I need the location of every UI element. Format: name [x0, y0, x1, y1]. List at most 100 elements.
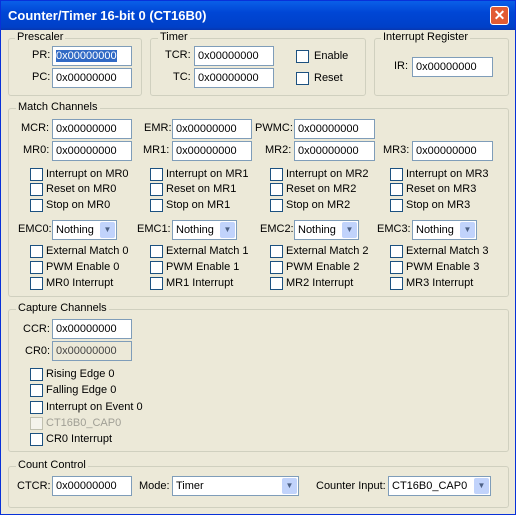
mr3-label: MR3: [383, 144, 410, 156]
interrupt-on-mr3-label: Interrupt on MR3 [406, 168, 489, 180]
interrupt-on-mr3-checkbox[interactable] [390, 168, 403, 181]
prescaler-group-title: Prescaler [15, 31, 66, 44]
emr-field[interactable]: 0x00000000 [172, 119, 252, 139]
emc2-select[interactable]: Nothing ▼ [294, 220, 359, 240]
cr0-interrupt-label: CR0 Interrupt [46, 433, 113, 445]
stop-on-mr0-checkbox[interactable] [30, 199, 43, 212]
emc2-label: EMC2: [260, 223, 294, 235]
match-channels-group-title: Match Channels [16, 101, 100, 114]
ccr-label: CCR: [23, 323, 50, 335]
chevron-down-icon[interactable]: ▼ [474, 478, 489, 494]
cr0-label: CR0: [25, 345, 51, 357]
capture-channels-group-title: Capture Channels [16, 302, 109, 315]
reset-on-mr3-checkbox[interactable] [390, 183, 403, 196]
mcr-label: MCR: [21, 122, 50, 134]
interrupt-on-event-0-checkbox[interactable] [30, 401, 43, 414]
close-button[interactable]: ✕ [490, 6, 509, 25]
mr3-field[interactable]: 0x00000000 [412, 141, 493, 161]
cap0-pin-checkbox [30, 417, 43, 430]
external-match-1-checkbox[interactable] [150, 245, 163, 258]
timer-enable-label: Enable [314, 50, 349, 62]
pwm-enable-2-checkbox[interactable] [270, 261, 283, 274]
emc3-select[interactable]: Nothing ▼ [412, 220, 477, 240]
cr0-interrupt-checkbox[interactable] [30, 433, 43, 446]
ir-label: IR: [394, 60, 409, 72]
interrupt-on-event-0-label: Interrupt on Event 0 [46, 401, 143, 413]
mr0-interrupt-checkbox[interactable] [30, 277, 43, 290]
pwm-enable-1-checkbox[interactable] [150, 261, 163, 274]
mode-value: Timer [176, 480, 204, 492]
pwm-enable-3-checkbox[interactable] [390, 261, 403, 274]
timer-enable-checkbox[interactable] [296, 50, 309, 63]
emc1-select[interactable]: Nothing ▼ [172, 220, 237, 240]
pwmc-label: PWMC: [255, 122, 293, 134]
stop-on-mr3-checkbox[interactable] [390, 199, 403, 212]
interrupt-on-mr1-checkbox[interactable] [150, 168, 163, 181]
stop-on-mr1-checkbox[interactable] [150, 199, 163, 212]
counter-input-label: Counter Input: [316, 480, 386, 492]
mr0-field[interactable]: 0x00000000 [52, 141, 132, 161]
emc3-label: EMC3: [377, 223, 411, 235]
mr1-interrupt-checkbox[interactable] [150, 277, 163, 290]
emc0-select[interactable]: Nothing ▼ [52, 220, 117, 240]
reset-on-mr2-checkbox[interactable] [270, 183, 283, 196]
external-match-2-checkbox[interactable] [270, 245, 283, 258]
rising-edge-0-checkbox[interactable] [30, 368, 43, 381]
reset-on-mr1-label: Reset on MR1 [166, 183, 237, 195]
external-match-3-checkbox[interactable] [390, 245, 403, 258]
stop-on-mr2-label: Stop on MR2 [286, 199, 351, 211]
emc1-label: EMC1: [137, 223, 171, 235]
cr0-field[interactable]: 0x00000000 [52, 341, 132, 361]
mr2-label: MR2: [265, 144, 292, 156]
interrupt-on-mr1-label: Interrupt on MR1 [166, 168, 249, 180]
chevron-down-icon[interactable]: ▼ [220, 222, 235, 238]
ctcr-field[interactable]: 0x00000000 [52, 476, 132, 496]
pc-label: PC: [32, 71, 51, 83]
interrupt-on-mr0-checkbox[interactable] [30, 168, 43, 181]
reset-on-mr3-label: Reset on MR3 [406, 183, 477, 195]
reset-on-mr0-checkbox[interactable] [30, 183, 43, 196]
pwmc-field[interactable]: 0x00000000 [294, 119, 375, 139]
mr2-field[interactable]: 0x00000000 [294, 141, 375, 161]
cap0-pin-label: CT16B0_CAP0 [46, 417, 122, 429]
chevron-down-icon[interactable]: ▼ [100, 222, 115, 238]
chevron-down-icon[interactable]: ▼ [460, 222, 475, 238]
mr1-field[interactable]: 0x00000000 [172, 141, 252, 161]
mode-select[interactable]: Timer ▼ [172, 476, 299, 496]
tc-label: TC: [173, 71, 191, 83]
stop-on-mr0-label: Stop on MR0 [46, 199, 111, 211]
tc-field[interactable]: 0x00000000 [194, 68, 274, 88]
pwm-enable-0-label: PWM Enable 0 [46, 261, 120, 273]
reset-on-mr0-label: Reset on MR0 [46, 183, 117, 195]
ccr-field[interactable]: 0x00000000 [52, 319, 132, 339]
chevron-down-icon[interactable]: ▼ [342, 222, 357, 238]
tcr-label: TCR: [165, 49, 191, 61]
mr2-interrupt-label: MR2 Interrupt [286, 277, 354, 289]
pr-field[interactable]: 0x00000000 [52, 46, 132, 66]
interrupt-on-mr0-label: Interrupt on MR0 [46, 168, 129, 180]
pwm-enable-0-checkbox[interactable] [30, 261, 43, 274]
timer-reset-checkbox[interactable] [296, 72, 309, 85]
falling-edge-0-checkbox[interactable] [30, 384, 43, 397]
tcr-field[interactable]: 0x00000000 [194, 46, 274, 66]
mr0-interrupt-label: MR0 Interrupt [46, 277, 114, 289]
mr1-label: MR1: [143, 144, 170, 156]
mr3-interrupt-checkbox[interactable] [390, 277, 403, 290]
mcr-field[interactable]: 0x00000000 [52, 119, 132, 139]
dialog-window: Counter/Timer 16-bit 0 (CT16B0) ✕ Presca… [0, 0, 516, 515]
falling-edge-0-label: Falling Edge 0 [46, 384, 117, 396]
mr2-interrupt-checkbox[interactable] [270, 277, 283, 290]
timer-group-title: Timer [158, 31, 190, 44]
counter-input-select[interactable]: CT16B0_CAP0 ▼ [388, 476, 491, 496]
interrupt-on-mr2-checkbox[interactable] [270, 168, 283, 181]
chevron-down-icon[interactable]: ▼ [282, 478, 297, 494]
external-match-3-label: External Match 3 [406, 245, 489, 257]
title-bar[interactable]: Counter/Timer 16-bit 0 (CT16B0) ✕ [1, 1, 515, 30]
interrupt-on-mr2-label: Interrupt on MR2 [286, 168, 369, 180]
stop-on-mr2-checkbox[interactable] [270, 199, 283, 212]
pwm-enable-3-label: PWM Enable 3 [406, 261, 480, 273]
external-match-0-checkbox[interactable] [30, 245, 43, 258]
ir-field[interactable]: 0x00000000 [412, 57, 493, 77]
reset-on-mr1-checkbox[interactable] [150, 183, 163, 196]
pc-field[interactable]: 0x00000000 [52, 68, 132, 88]
